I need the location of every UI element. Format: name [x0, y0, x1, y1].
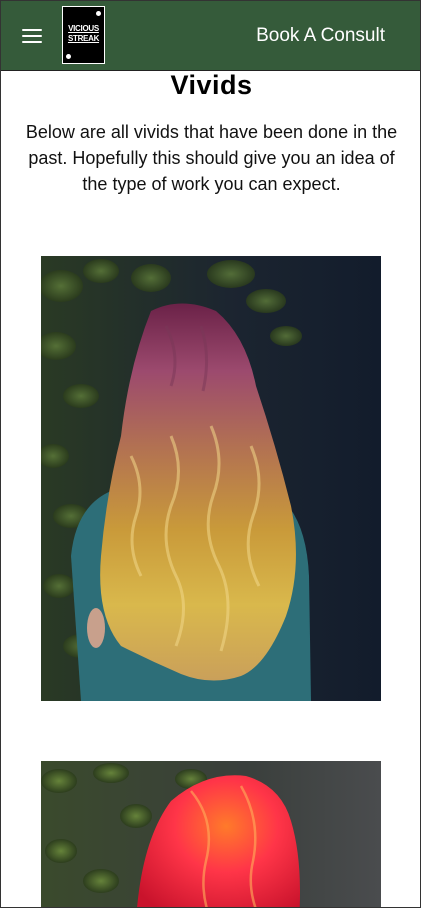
- gallery-photo-vivid-red-orange[interactable]: [41, 761, 381, 907]
- logo-dot: [96, 11, 101, 16]
- site-header: VICIOUS STREAK Book A Consult: [1, 1, 420, 71]
- page-frame: VICIOUS STREAK Book A Consult Vivids Bel…: [0, 0, 421, 908]
- page-title: Vivids: [170, 70, 253, 100]
- hamburger-menu-icon[interactable]: [22, 27, 42, 45]
- gallery-photo-vivid-purple-gold[interactable]: [41, 256, 381, 701]
- logo-dot: [66, 54, 71, 59]
- logo-text-line1: VICIOUS: [68, 24, 99, 33]
- site-logo[interactable]: VICIOUS STREAK: [62, 6, 105, 64]
- intro-text: Below are all vivids that have been done…: [25, 122, 398, 194]
- hair-photo-2: [41, 761, 381, 907]
- book-consult-link[interactable]: Book A Consult: [256, 25, 385, 47]
- logo-text-line2: STREAK: [67, 34, 100, 43]
- hair-photo-1: [41, 256, 381, 701]
